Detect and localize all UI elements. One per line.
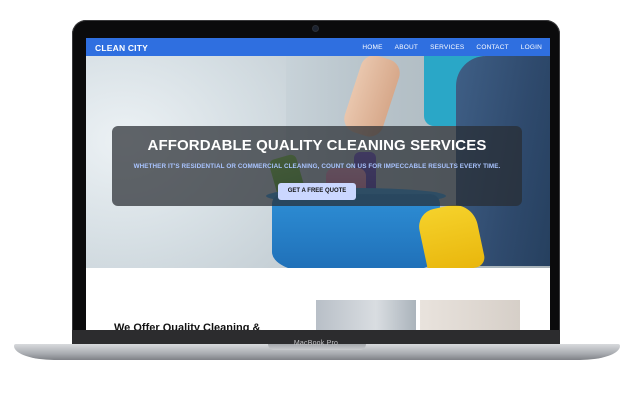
nav-about[interactable]: ABOUT: [395, 44, 418, 51]
site-logo[interactable]: CLEAN CITY: [95, 43, 148, 53]
nav-login[interactable]: LOGIN: [521, 44, 542, 51]
model-label: MacBook Pro: [293, 340, 339, 347]
site-navbar: CLEAN CITY HOME ABOUT SERVICES CONTACT L…: [86, 38, 550, 56]
gallery-image: [316, 300, 416, 330]
nav-contact[interactable]: CONTACT: [476, 44, 508, 51]
gallery-image: [420, 300, 520, 330]
nav-home[interactable]: HOME: [362, 44, 382, 51]
laptop-screen: CLEAN CITY HOME ABOUT SERVICES CONTACT L…: [86, 38, 550, 330]
nav-links: HOME ABOUT SERVICES CONTACT LOGIN: [350, 44, 542, 51]
hero-image: AFFORDABLE QUALITY CLEANING SERVICES WHE…: [86, 56, 550, 268]
hero-title: AFFORDABLE QUALITY CLEANING SERVICES: [147, 137, 487, 154]
camera-icon: [313, 26, 318, 31]
hero-subtitle: WHETHER IT'S RESIDENTIAL OR COMMERCIAL C…: [133, 163, 501, 170]
nav-services[interactable]: SERVICES: [430, 44, 464, 51]
get-quote-button[interactable]: GET A FREE QUOTE: [278, 183, 356, 200]
section-heading: We Offer Quality Cleaning &: [114, 322, 261, 330]
